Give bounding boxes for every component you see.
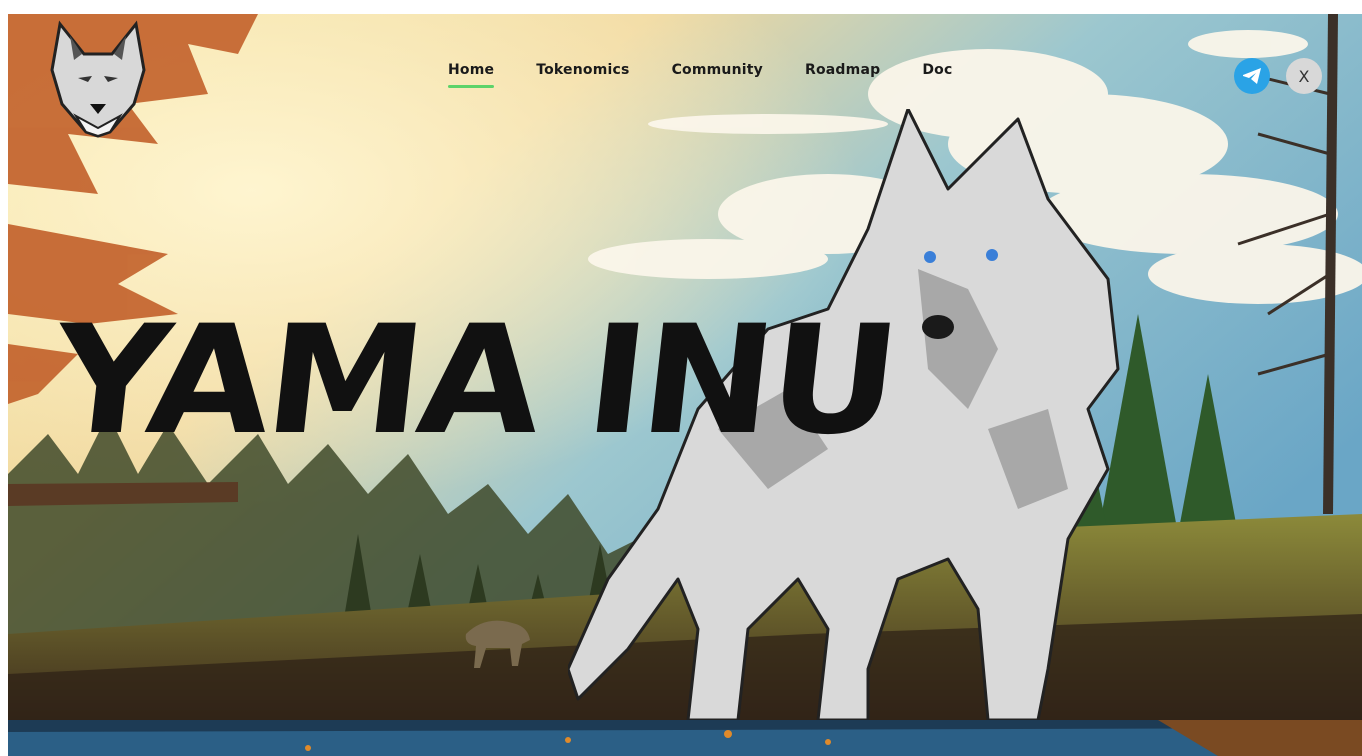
- nav-item-community[interactable]: Community: [672, 62, 763, 88]
- hero-title: YAMA INU: [45, 294, 903, 468]
- x-button[interactable]: X: [1286, 58, 1322, 94]
- nav-item-roadmap[interactable]: Roadmap: [805, 62, 880, 88]
- page-frame: YAMA INU Home Tokenomics Community Roadm…: [8, 14, 1362, 756]
- site-logo[interactable]: [48, 20, 148, 138]
- hero-title-text: YAMA INU: [45, 294, 904, 468]
- nav-item-home[interactable]: Home: [448, 62, 495, 88]
- water-strip-illustration: [8, 720, 1362, 756]
- wolf-head-logo-icon: [50, 20, 146, 138]
- main-nav: Home Tokenomics Community Roadmap Doc: [448, 62, 952, 96]
- nav-item-tokenomics[interactable]: Tokenomics: [536, 62, 629, 88]
- hero-section: YAMA INU Home Tokenomics Community Roadm…: [8, 14, 1362, 720]
- nav-item-doc[interactable]: Doc: [922, 62, 952, 88]
- telegram-icon: [1243, 68, 1261, 84]
- telegram-button[interactable]: [1234, 58, 1270, 94]
- x-icon: X: [1298, 66, 1310, 86]
- next-section-preview: [8, 720, 1362, 756]
- background-wolf-illustration: [456, 604, 536, 674]
